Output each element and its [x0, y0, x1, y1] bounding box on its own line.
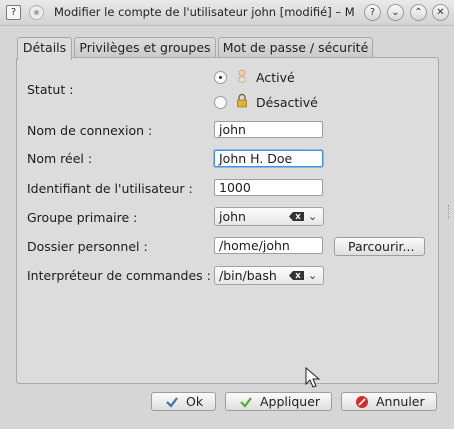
checkmark-icon	[240, 397, 252, 408]
ok-button[interactable]: Ok	[151, 392, 216, 411]
maximize-button[interactable]: ⌃	[410, 4, 427, 21]
cancel-button[interactable]: Annuler	[341, 392, 437, 411]
ok-button-label: Ok	[186, 394, 204, 409]
primary-group-label: Groupe primaire :	[27, 210, 138, 225]
apply-button-label: Appliquer	[260, 394, 321, 409]
shell-value: /bin/bash	[219, 268, 277, 283]
apply-button[interactable]: Appliquer	[225, 392, 332, 411]
chevron-down-icon[interactable]: ⌄	[308, 208, 317, 225]
shell-combo[interactable]: /bin/bash ⌄	[214, 266, 324, 285]
cancel-button-label: Annuler	[376, 394, 425, 409]
primary-group-combo[interactable]: john ⌄	[214, 207, 324, 226]
home-label: Dossier personnel :	[27, 239, 148, 254]
radio-disabled[interactable]	[214, 96, 227, 109]
window-help-icon[interactable]: ?	[6, 5, 21, 20]
status-label: Statut :	[27, 82, 74, 97]
login-label: Nom de connexion :	[27, 123, 153, 138]
title-bar: ? Modifier le compte de l'utilisateur jo…	[0, 0, 454, 26]
radio-active[interactable]	[214, 71, 227, 84]
close-button[interactable]: ✕	[432, 4, 449, 21]
user-unlocked-icon	[238, 69, 246, 83]
resize-grip[interactable]	[448, 205, 451, 219]
tab-details[interactable]: Détails	[17, 37, 72, 60]
home-field[interactable]: /home/john	[214, 237, 323, 254]
browse-button-label: Parcourir...	[348, 239, 415, 254]
chevron-down-icon[interactable]: ⌄	[308, 267, 317, 284]
radio-disabled-label[interactable]: Désactivé	[256, 95, 318, 110]
checkmark-icon	[166, 397, 178, 408]
login-field[interactable]: john	[214, 121, 323, 138]
cancel-icon	[356, 396, 368, 408]
clear-text-icon[interactable]	[289, 271, 304, 280]
realname-label: Nom réel :	[27, 151, 93, 166]
uid-label: Identifiant de l'utilisateur :	[27, 181, 193, 196]
clear-text-icon[interactable]	[289, 212, 304, 221]
tab-password-security[interactable]: Mot de passe / sécurité	[218, 37, 373, 59]
radio-active-label[interactable]: Activé	[256, 70, 295, 85]
lock-icon	[237, 93, 247, 108]
help-button[interactable]: ?	[364, 4, 381, 21]
mouse-cursor-icon	[305, 367, 321, 388]
shell-label: Interpréteur de commandes :	[27, 268, 211, 283]
tab-privileges-groups[interactable]: Privilèges et groupes	[74, 37, 216, 59]
browse-button[interactable]: Parcourir...	[334, 237, 425, 256]
realname-field[interactable]: John H. Doe	[214, 150, 323, 167]
window-title: Modifier le compte de l'utilisateur john…	[54, 5, 354, 19]
window-menu-icon[interactable]	[29, 5, 44, 20]
uid-field[interactable]: 1000	[214, 179, 323, 196]
minimize-button[interactable]: ⌄	[387, 4, 404, 21]
primary-group-value: john	[219, 209, 246, 224]
